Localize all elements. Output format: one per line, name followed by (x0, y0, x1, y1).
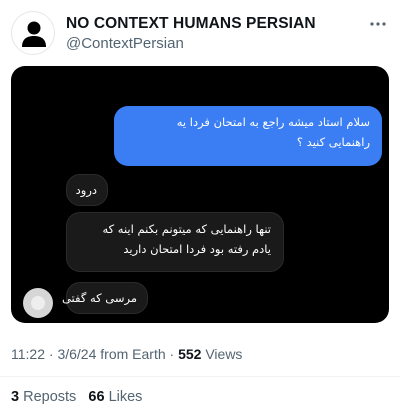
outgoing-message-text: سلام استاد میشه راجع به امتحان فردا یه ر… (176, 115, 370, 149)
incoming-message-bubble: مرسی که گفتی (62, 282, 148, 314)
likes-label: Likes (108, 389, 143, 405)
incoming-message-bubble: تنها راهنمایی که میتونم بکنم اینه که یاد… (66, 212, 284, 272)
outgoing-message-bubble: سلام استاد میشه راجع به امتحان فردا یه ر… (114, 106, 382, 166)
sender-avatar (23, 288, 53, 318)
chat-screenshot-image[interactable]: سلام استاد میشه راجع به امتحان فردا یه ر… (11, 66, 389, 323)
incoming-message-text: تنها راهنمایی که میتونم بکنم اینه که یاد… (102, 222, 271, 256)
separator: · (48, 346, 54, 362)
views-label: Views (205, 346, 243, 362)
divider (0, 376, 400, 377)
more-options-icon[interactable] (368, 14, 388, 34)
reposts-link[interactable]: 3 Reposts (11, 389, 76, 405)
incoming-message-text: مرسی که گفتی (61, 291, 137, 305)
views-count: 552 (178, 346, 202, 362)
reposts-label: Reposts (23, 389, 77, 405)
likes-count: 66 (88, 389, 105, 405)
incoming-message-text: درود (75, 183, 97, 197)
user-handle[interactable]: @ContextPersian (66, 35, 184, 52)
tweet-meta: 11:22 · 3/6/24 from Earth · 552 Views (11, 346, 242, 362)
display-name[interactable]: NO CONTEXT HUMANS PERSIAN (66, 15, 316, 33)
tweet-time[interactable]: 11:22 (11, 346, 45, 362)
person-silhouette-icon (22, 21, 46, 47)
likes-link[interactable]: 66 Likes (88, 389, 142, 405)
tweet-header: NO CONTEXT HUMANS PERSIAN @ContextPersia… (0, 0, 400, 60)
tweet-source: from Earth (100, 346, 166, 362)
incoming-message-bubble: درود (66, 174, 108, 206)
engagement-stats: 3 Reposts 66 Likes (11, 389, 142, 405)
avatar[interactable] (11, 11, 55, 55)
separator: · (169, 346, 175, 362)
reposts-count: 3 (11, 389, 20, 405)
tweet-date[interactable]: 3/6/24 (57, 346, 96, 362)
